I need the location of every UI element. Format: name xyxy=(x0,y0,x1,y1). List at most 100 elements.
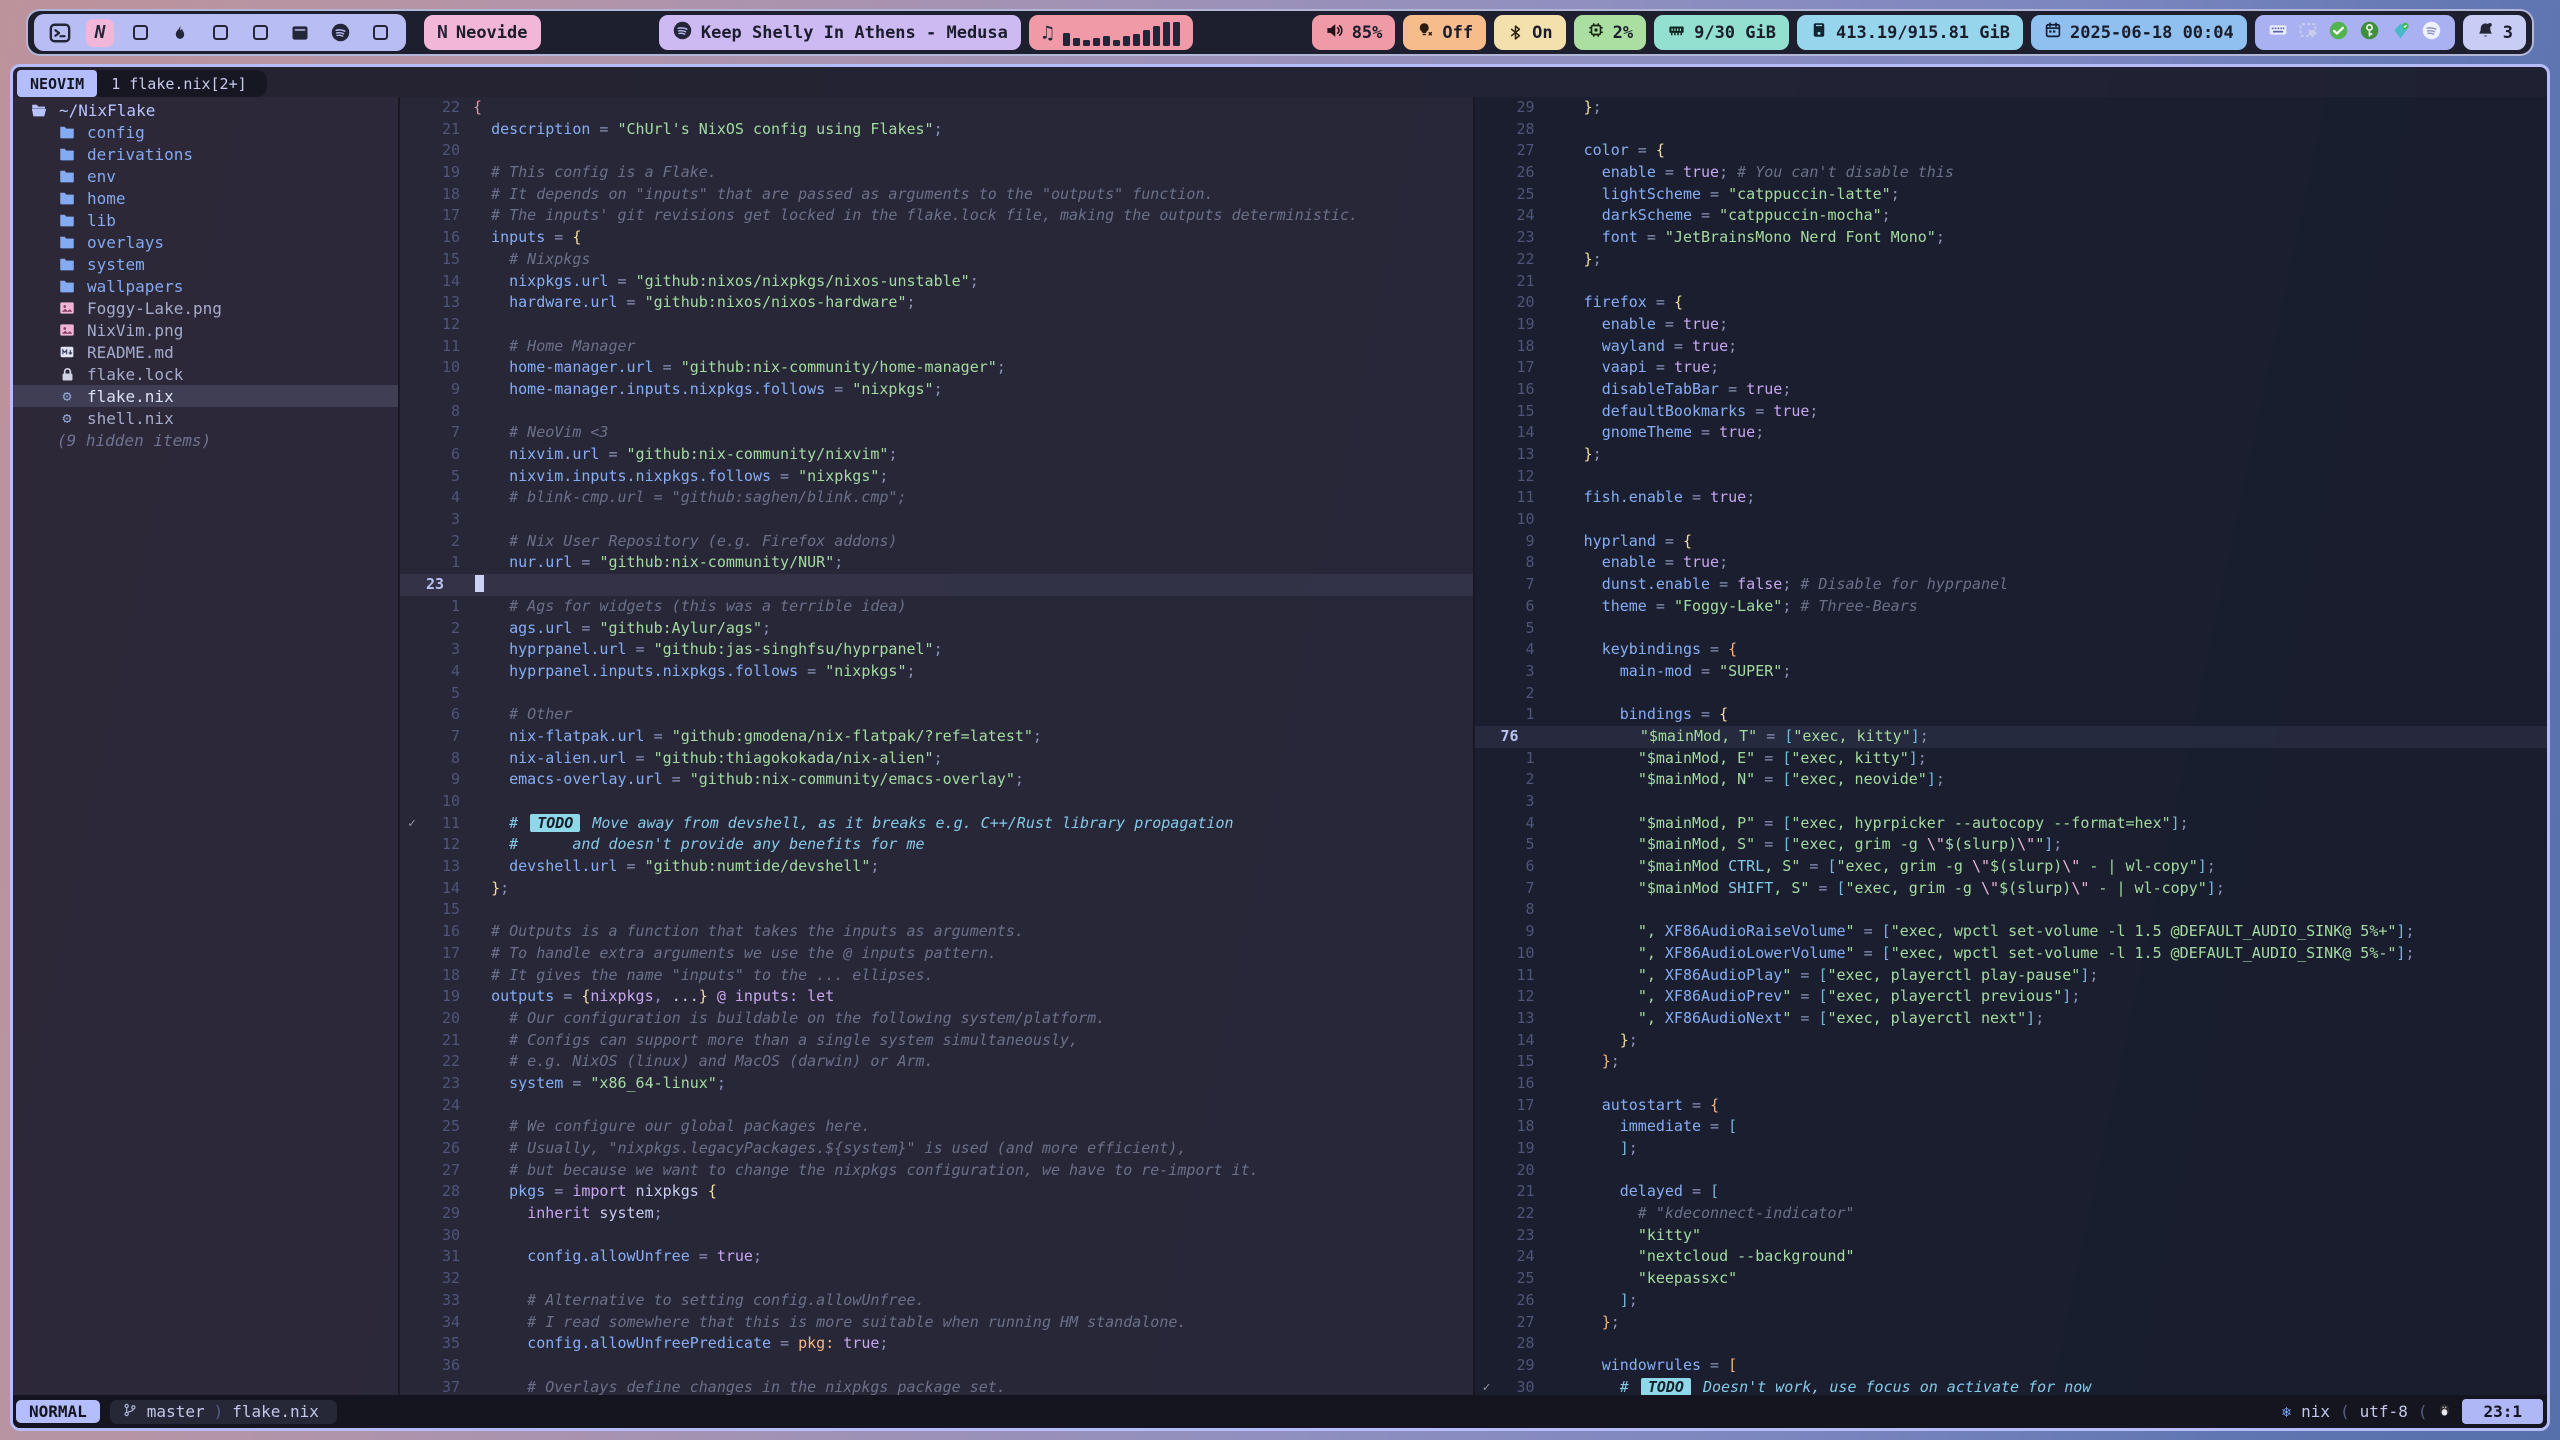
code-line[interactable]: 27 }; xyxy=(1475,1312,2548,1334)
keepassxc-icon[interactable] xyxy=(2359,20,2380,46)
code-line[interactable]: 28 xyxy=(1475,1333,2548,1355)
code-line[interactable]: 13 hardware.url = "github:nixos/nixos-ha… xyxy=(400,292,1473,314)
code-line[interactable]: 13 ", XF86AudioNext" = ["exec, playerctl… xyxy=(1475,1008,2548,1030)
code-line[interactable]: 23 xyxy=(400,574,1473,596)
code-line[interactable]: 15 # Nixpkgs xyxy=(400,249,1473,271)
code-line[interactable]: 20 xyxy=(1475,1160,2548,1182)
code-line[interactable]: 29 windowrules = [ xyxy=(1475,1355,2548,1377)
code-line[interactable]: 16 # Outputs is a function that takes th… xyxy=(400,921,1473,943)
code-line[interactable]: 1 # Ags for widgets (this was a terrible… xyxy=(400,596,1473,618)
code-line[interactable]: 9 emacs-overlay.url = "github:nix-commun… xyxy=(400,769,1473,791)
code-line[interactable]: 1 bindings = { xyxy=(1475,704,2548,726)
code-line[interactable]: 37 # Overlays define changes in the nixp… xyxy=(400,1377,1473,1395)
code-line[interactable]: 4 hyprpanel.inputs.nixpkgs.follows = "ni… xyxy=(400,661,1473,683)
code-line[interactable]: ✓11 # TODO Move away from devshell, as i… xyxy=(400,813,1473,835)
code-line[interactable]: 5 xyxy=(1475,618,2548,640)
code-line[interactable]: 27 color = { xyxy=(1475,140,2548,162)
code-line[interactable]: 2 xyxy=(1475,683,2548,705)
code-line[interactable]: 10 ", XF86AudioLowerVolume" = ["exec, wp… xyxy=(1475,943,2548,965)
code-line[interactable]: 8 nix-alien.url = "github:thiagokokada/n… xyxy=(400,748,1473,770)
disk-module[interactable]: 413.19/915.81 GiB xyxy=(1797,15,2023,50)
workspace-2-active[interactable]: N xyxy=(86,19,114,47)
code-line[interactable]: 29 inherit system; xyxy=(400,1203,1473,1225)
notifications-module[interactable]: 3 xyxy=(2463,15,2526,50)
code-line[interactable]: 6 "$mainMod CTRL, S" = ["exec, grim -g \… xyxy=(1475,856,2548,878)
code-line[interactable]: 18 # It gives the name "inputs" to the .… xyxy=(400,965,1473,987)
code-line[interactable]: 27 # but because we want to change the n… xyxy=(400,1160,1473,1182)
tree-item-home[interactable]: home xyxy=(13,187,398,209)
code-line[interactable]: 26 ]; xyxy=(1475,1290,2548,1312)
tree-item-overlays[interactable]: overlays xyxy=(13,231,398,253)
code-line[interactable]: 19 enable = true; xyxy=(1475,314,2548,336)
code-line[interactable]: 17 autostart = { xyxy=(1475,1095,2548,1117)
code-line[interactable]: 17 vaapi = true; xyxy=(1475,357,2548,379)
code-line[interactable]: 11 # Home Manager xyxy=(400,336,1473,358)
window-icon[interactable] xyxy=(2298,20,2318,45)
tree-item-nixvim.png[interactable]: NixVim.png xyxy=(13,319,398,341)
cpu-module[interactable]: 2% xyxy=(1574,15,1646,50)
keyboard-icon[interactable] xyxy=(2268,20,2288,45)
code-line[interactable]: 15 xyxy=(400,899,1473,921)
workspace-4[interactable] xyxy=(166,19,194,47)
code-line[interactable]: 21 xyxy=(1475,271,2548,293)
code-line[interactable]: 35 config.allowUnfreePredicate = pkg: tr… xyxy=(400,1333,1473,1355)
bluetooth-module[interactable]: On xyxy=(1494,15,1565,50)
code-line[interactable]: 9 ", XF86AudioRaiseVolume" = ["exec, wpc… xyxy=(1475,921,2548,943)
workspace-3[interactable] xyxy=(126,19,154,47)
code-line[interactable]: 24 darkScheme = "catppuccin-mocha"; xyxy=(1475,205,2548,227)
code-line[interactable]: 9 hyprland = { xyxy=(1475,531,2548,553)
code-line[interactable]: 9 home-manager.inputs.nixpkgs.follows = … xyxy=(400,379,1473,401)
tree-item-flake.lock[interactable]: flake.lock xyxy=(13,363,398,385)
code-line[interactable]: 2 ags.url = "github:Aylur/ags"; xyxy=(400,618,1473,640)
tree-item-readme.md[interactable]: README.md xyxy=(13,341,398,363)
code-line[interactable]: 18 # It depends on "inputs" that are pas… xyxy=(400,184,1473,206)
memory-module[interactable]: 9/30 GiB xyxy=(1654,15,1789,50)
code-line[interactable]: 10 xyxy=(1475,509,2548,531)
clock-module[interactable]: 2025-06-18 00:04 xyxy=(2031,15,2247,50)
code-line[interactable]: 28 xyxy=(1475,119,2548,141)
code-line[interactable]: 3 main-mod = "SUPER"; xyxy=(1475,661,2548,683)
editor-pane-right[interactable]: 29 };2827 color = {26 enable = true; # Y… xyxy=(1475,97,2548,1395)
code-line[interactable]: 7 "$mainMod SHIFT, S" = ["exec, grim -g … xyxy=(1475,878,2548,900)
tree-item-system[interactable]: system xyxy=(13,253,398,275)
code-line[interactable]: 19 # This config is a Flake. xyxy=(400,162,1473,184)
code-line[interactable]: 14 nixpkgs.url = "github:nixos/nixpkgs/n… xyxy=(400,271,1473,293)
code-line[interactable]: 21 # Configs can support more than a sin… xyxy=(400,1030,1473,1052)
code-line[interactable]: 4 keybindings = { xyxy=(1475,639,2548,661)
code-line[interactable]: 7 nix-flatpak.url = "github:gmodena/nix-… xyxy=(400,726,1473,748)
code-line[interactable]: 29 }; xyxy=(1475,97,2548,119)
code-line[interactable]: 22 # "kdeconnect-indicator" xyxy=(1475,1203,2548,1225)
code-line[interactable]: 11 ", XF86AudioPlay" = ["exec, playerctl… xyxy=(1475,965,2548,987)
media-module[interactable]: Keep Shelly In Athens - Medusa xyxy=(659,15,1021,50)
code-line[interactable]: 4 # blink-cmp.url = "github:saghen/blink… xyxy=(400,487,1473,509)
idle-inhibitor-module[interactable]: Off xyxy=(1403,15,1486,50)
code-line[interactable]: 22{ xyxy=(400,97,1473,119)
workspace-6[interactable] xyxy=(246,19,274,47)
code-line[interactable]: 5 "$mainMod, S" = ["exec, grim -g \"$(sl… xyxy=(1475,834,2548,856)
code-line[interactable]: 28 pkgs = import nixpkgs { xyxy=(400,1181,1473,1203)
code-line[interactable]: 15 }; xyxy=(1475,1051,2548,1073)
code-line[interactable]: 20 # Our configuration is buildable on t… xyxy=(400,1008,1473,1030)
code-line[interactable]: 3 hyprpanel.url = "github:jas-singhfsu/h… xyxy=(400,639,1473,661)
kdeconnect-icon[interactable] xyxy=(2390,20,2411,46)
code-line[interactable]: 22 # e.g. NixOS (linux) and MacOS (darwi… xyxy=(400,1051,1473,1073)
tree-item-foggy-lake.png[interactable]: Foggy-Lake.png xyxy=(13,297,398,319)
code-line[interactable]: 13 devshell.url = "github:numtide/devshe… xyxy=(400,856,1473,878)
code-line[interactable]: 25 # We configure our global packages he… xyxy=(400,1116,1473,1138)
code-line[interactable]: 7 dunst.enable = false; # Disable for hy… xyxy=(1475,574,2548,596)
tree-item-config[interactable]: config xyxy=(13,121,398,143)
code-line[interactable]: 30 xyxy=(400,1225,1473,1247)
code-line[interactable]: 21 delayed = [ xyxy=(1475,1181,2548,1203)
editor-pane-left[interactable]: 22{21 description = "ChUrl's NixOS confi… xyxy=(398,97,1475,1395)
tree-item-wallpapers[interactable]: wallpapers xyxy=(13,275,398,297)
code-line[interactable]: 23 "kitty" xyxy=(1475,1225,2548,1247)
workspaces[interactable]: N xyxy=(34,14,406,51)
code-line[interactable]: 3 xyxy=(1475,791,2548,813)
code-line[interactable]: 36 xyxy=(400,1355,1473,1377)
code-line[interactable]: 23 font = "JetBrainsMono Nerd Font Mono"… xyxy=(1475,227,2548,249)
code-line[interactable]: 25 lightScheme = "catppuccin-latte"; xyxy=(1475,184,2548,206)
tree-item-flake.nix[interactable]: ⚙flake.nix xyxy=(13,385,398,407)
code-line[interactable]: 6 # Other xyxy=(400,704,1473,726)
code-line[interactable]: 12 xyxy=(1475,466,2548,488)
volume-module[interactable]: 85% xyxy=(1312,15,1396,50)
